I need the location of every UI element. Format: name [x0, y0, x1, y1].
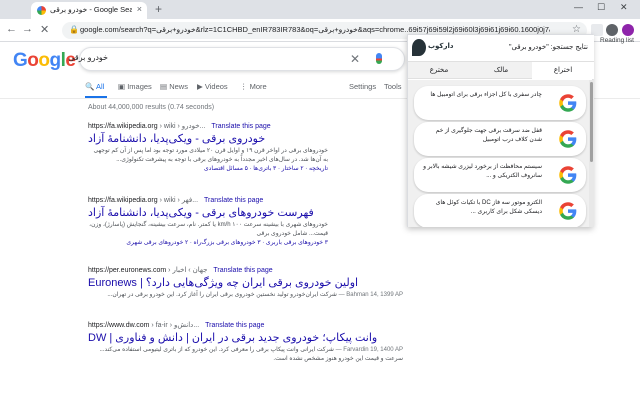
patent-title: سیستم محافظت از برخورد لیزری شیشه بالابر…	[423, 164, 542, 179]
search-result: https://www.dw.com › fa-ir › دانش‌و... T…	[88, 321, 403, 364]
translate-link[interactable]: Translate this page	[205, 322, 264, 329]
url-crumb: › wiki › فهر...	[159, 197, 199, 204]
avatar[interactable]	[622, 24, 634, 36]
extension-popup: دارکوب نتایج جستجو: "خودرو برقی" اختراع …	[407, 34, 594, 227]
result-date: Bahman 14, 1399 AP —	[336, 292, 403, 298]
stop-icon[interactable]: ✕	[40, 23, 49, 36]
search-input[interactable]: خودرو برقی	[68, 53, 108, 62]
result-url[interactable]: https://fa.wikipedia.org › wiki › فهر...…	[88, 196, 403, 204]
tab-close-icon[interactable]: ×	[137, 4, 142, 14]
reading-list-button[interactable]: Reading list	[600, 37, 634, 44]
image-icon: ▣	[118, 82, 126, 91]
google-g-icon	[559, 166, 577, 184]
url-domain: https://www.dw.com	[88, 322, 150, 329]
forward-icon[interactable]: →	[22, 23, 33, 35]
minimize-button[interactable]: —	[574, 2, 583, 12]
tab-more[interactable]: ⋮ More	[240, 82, 267, 91]
google-logo[interactable]: Google	[13, 50, 76, 72]
patent-card[interactable]: قفل ضد سرقت برقی جهت جلوگیری از خم شدن ک…	[414, 122, 586, 156]
news-icon: ▤	[160, 82, 168, 91]
tab-label: All	[96, 82, 105, 91]
patent-title: چادر سفری با کل اجزاء برقی برای اتومبیل …	[430, 92, 542, 98]
tab-invention[interactable]: اختراع	[532, 62, 594, 79]
result-stats: About 44,000,000 results (0.74 seconds)	[88, 104, 215, 111]
popup-title: نتایج جستجو: "خودرو برقی"	[508, 44, 588, 51]
url-domain: https://fa.wikipedia.org	[88, 123, 158, 130]
result-snippet: Bahman 14, 1399 AP — شرکت ایران‌خودرو تو…	[88, 291, 403, 300]
google-favicon-icon	[37, 6, 46, 15]
translate-link[interactable]: Translate this page	[204, 197, 263, 204]
new-tab-button[interactable]: +	[155, 2, 162, 16]
popup-header: دارکوب نتایج جستجو: "خودرو برقی"	[408, 35, 594, 61]
patent-title: الکترو موتور سه فاز DC با تکیات کوئل های…	[435, 200, 542, 215]
tab-label: Videos	[204, 82, 228, 91]
result-snippet: خودروهای شهری با بیشینه سرعت ۱۰۰ km/h یا…	[89, 222, 328, 237]
settings-link[interactable]: Settings	[349, 82, 376, 91]
result-snippet: خودروهای برقی در اواخر قرن ۱۹ و اوایل قر…	[93, 148, 328, 163]
search-result: https://fa.wikipedia.org › wiki › خودرو.…	[88, 122, 403, 174]
url-crumb: › fa-ir › دانش‌و...	[151, 322, 200, 329]
popup-tab-bar: اختراع مالک مخترع	[408, 61, 594, 79]
google-g-icon	[559, 130, 577, 148]
result-title[interactable]: اولین خودروی برقی ایران چه ویژگی‌هایی دا…	[88, 276, 403, 289]
result-url[interactable]: https://www.dw.com › fa-ir › دانش‌و... T…	[88, 321, 403, 329]
patent-card[interactable]: الکترو موتور سه فاز DC با تکیات کوئل های…	[414, 194, 586, 227]
close-window-button[interactable]: ✕	[620, 2, 628, 13]
tab-label: News	[169, 82, 188, 91]
darkoob-logo: دارکوب	[412, 39, 454, 57]
tab-label: More	[249, 82, 267, 91]
url-domain: https://fa.wikipedia.org	[88, 197, 158, 204]
result-url[interactable]: https://fa.wikipedia.org › wiki › خودرو.…	[88, 122, 403, 130]
puzzle-icon[interactable]	[606, 24, 618, 36]
more-icon: ⋮	[240, 82, 248, 91]
tab-title: خودرو برقی - Google Search	[50, 5, 132, 14]
url-text[interactable]: google.com/search?q=خودرو+برقی&rlz=1C1CH…	[80, 25, 550, 34]
url-crumb: › جهان › اخبار	[168, 267, 208, 274]
tab-strip: خودرو برقی - Google Search × + — ☐ ✕	[0, 0, 640, 19]
result-sitelinks[interactable]: تاریخچه · ۲ ساختار · ۳ باتری‌ها · ۵ مسائ…	[88, 165, 328, 174]
search-box[interactable]: خودرو برقی ✕	[68, 47, 405, 71]
patent-card[interactable]: سیستم محافظت از برخورد لیزری شیشه بالابر…	[414, 158, 586, 192]
tab-images[interactable]: ▣ Images	[118, 82, 152, 91]
back-icon[interactable]: ←	[6, 23, 17, 35]
result-title[interactable]: فهرست خودروهای برقی - ویکی‌پدیا، دانشنام…	[88, 206, 403, 219]
google-g-icon	[559, 202, 577, 220]
microphone-icon[interactable]	[376, 53, 382, 64]
result-title[interactable]: وانت پیکاپ؛ خودروی جدید برقی در ایران | …	[88, 331, 403, 344]
popup-result-list: چادر سفری با کل اجزاء برقی برای اتومبیل …	[408, 80, 594, 227]
tab-all[interactable]: 🔍 All	[85, 82, 104, 91]
search-result: https://fa.wikipedia.org › wiki › فهر...…	[88, 196, 403, 248]
tools-link[interactable]: Tools	[384, 82, 402, 91]
result-sitelinks[interactable]: ۳ خودروهای برقی باربری · ۳ خودروهای برقی…	[88, 239, 328, 248]
result-snippet: Farvardin 19, 1400 AP — شرکت ایرانی وانت…	[88, 346, 403, 364]
search-icon: 🔍	[85, 82, 95, 91]
video-icon: ▶	[197, 82, 203, 91]
tab-label: Images	[127, 82, 152, 91]
result-url[interactable]: https://per.euronews.com › جهان › اخبار …	[88, 266, 403, 274]
tab-inventor[interactable]: مخترع	[408, 62, 470, 79]
patent-title: قفل ضد سرقت برقی جهت جلوگیری از خم شدن ک…	[435, 128, 542, 143]
tab-news[interactable]: ▤ News	[160, 82, 188, 91]
maximize-button[interactable]: ☐	[597, 2, 605, 13]
result-date: Farvardin 19, 1400 AP —	[333, 347, 403, 353]
patent-card[interactable]: چادر سفری با کل اجزاء برقی برای اتومبیل …	[414, 86, 586, 120]
woodpecker-icon	[412, 39, 426, 56]
clear-search-icon[interactable]: ✕	[350, 52, 360, 66]
popup-scrollbar-thumb[interactable]	[590, 82, 593, 162]
browser-tab[interactable]: خودرو برقی - Google Search ×	[31, 2, 147, 19]
result-title[interactable]: خودروی برقی - ویکی‌پدیا، دانشنامهٔ آزاد	[88, 132, 403, 145]
search-result: https://per.euronews.com › جهان › اخبار …	[88, 266, 403, 300]
snippet-text: شرکت ایران‌خودرو تولید نخستین خودروی برق…	[107, 292, 337, 298]
tab-owner[interactable]: مالک	[470, 62, 532, 79]
tab-videos[interactable]: ▶ Videos	[197, 82, 228, 91]
translate-link[interactable]: Translate this page	[213, 267, 272, 274]
url-crumb: › wiki › خودرو...	[159, 123, 206, 130]
lock-icon[interactable]: 🔒	[69, 25, 79, 34]
brand-name: دارکوب	[428, 43, 454, 50]
google-g-icon	[559, 94, 577, 112]
translate-link[interactable]: Translate this page	[211, 123, 270, 130]
url-domain: https://per.euronews.com	[88, 267, 167, 274]
